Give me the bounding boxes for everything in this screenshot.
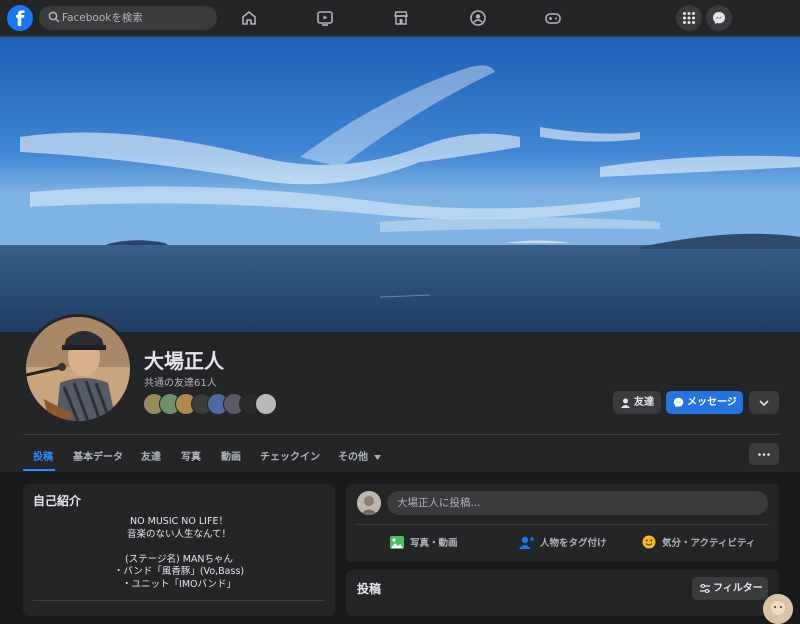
friends-button-label: 友達 <box>634 397 654 408</box>
tabs-options-button[interactable] <box>749 443 779 465</box>
photo-video-icon <box>390 536 404 549</box>
search-icon <box>48 11 60 23</box>
composer-input[interactable]: 大場正人に投稿... <box>387 491 768 515</box>
tab-videos[interactable]: 動画 <box>221 448 241 463</box>
messenger-button[interactable] <box>706 5 732 31</box>
friend-person-icon <box>621 398 630 408</box>
composer-divider <box>357 524 769 525</box>
bio-line: ・ユニット「IMOバンド」 <box>122 578 236 590</box>
active-tab-indicator <box>23 469 55 471</box>
gaming-icon[interactable] <box>544 9 562 27</box>
intro-title: 自己紹介 <box>33 494 82 508</box>
top-navigation-bar: f <box>0 0 800 37</box>
tab-checkins[interactable]: チェックイン <box>260 448 320 463</box>
filter-button[interactable]: フィルター <box>692 577 768 600</box>
bio-line: (ステージ名) MANちゃん <box>124 553 234 565</box>
bio-line: 音楽のない人生なんて！ <box>126 528 232 540</box>
composer-avatar[interactable] <box>357 491 381 515</box>
friends-button[interactable]: 友達 <box>613 391 661 414</box>
message-button[interactable]: メッセージ <box>666 391 743 414</box>
chevron-down-icon <box>759 400 769 406</box>
bio-text: NO MUSIC NO LIFE！ 音楽のない人生なんて！ (ステージ名) MA… <box>23 516 335 591</box>
profile-picture[interactable] <box>23 314 133 424</box>
photo-video-label: 写真・動画 <box>410 538 458 549</box>
tab-friends[interactable]: 友達 <box>141 448 161 463</box>
posts-title: 投稿 <box>357 582 382 596</box>
video-icon[interactable] <box>316 9 334 27</box>
menu-grid-button[interactable] <box>676 5 702 31</box>
intro-divider <box>33 600 325 601</box>
groups-icon[interactable] <box>469 9 487 27</box>
messenger-icon <box>673 397 684 408</box>
filter-label: フィルター <box>713 583 763 594</box>
message-button-label: メッセージ <box>687 397 737 408</box>
chat-head-avatar[interactable] <box>763 594 793 624</box>
feeling-icon <box>642 535 656 549</box>
filter-sliders-icon <box>700 584 710 593</box>
mutual-friend-avatar[interactable] <box>255 393 277 415</box>
menu-grid-icon <box>683 12 695 24</box>
home-icon[interactable] <box>240 9 258 27</box>
tab-about[interactable]: 基本データ <box>73 448 123 463</box>
tab-photos[interactable]: 写真 <box>181 448 201 463</box>
profile-more-button[interactable] <box>749 391 779 414</box>
tab-posts[interactable]: 投稿 <box>33 448 53 463</box>
bio-line <box>23 541 335 554</box>
photo-video-button[interactable]: 写真・動画 <box>390 535 458 549</box>
header-divider <box>23 434 779 435</box>
composer-placeholder: 大場正人に投稿... <box>397 497 481 509</box>
feeling-activity-label: 気分・アクティビティ <box>662 538 756 549</box>
tag-people-button[interactable]: 人物をタグ付け <box>519 535 607 549</box>
bio-line: ・バンド「風香豚」(Vo,Bass) <box>113 566 245 577</box>
mutual-friends-count[interactable]: 共通の友達61人 <box>144 374 217 389</box>
more-dots-icon <box>758 453 770 456</box>
tag-people-icon <box>519 536 534 549</box>
messenger-icon <box>713 12 725 24</box>
profile-name: 大場正人 <box>144 349 224 373</box>
tab-more[interactable]: その他 <box>338 448 382 463</box>
tag-people-label: 人物をタグ付け <box>540 538 607 549</box>
feeling-activity-button[interactable]: 気分・アクティビティ <box>642 535 755 549</box>
cover-photo[interactable] <box>0 37 800 332</box>
tab-more-label: その他 <box>338 452 368 463</box>
bio-line: NO MUSIC NO LIFE！ <box>130 516 228 527</box>
facebook-logo[interactable]: f <box>7 5 33 31</box>
search-input[interactable] <box>62 9 212 27</box>
search-box[interactable] <box>39 6 217 30</box>
caret-down-icon <box>374 455 382 460</box>
marketplace-icon[interactable] <box>392 9 410 27</box>
